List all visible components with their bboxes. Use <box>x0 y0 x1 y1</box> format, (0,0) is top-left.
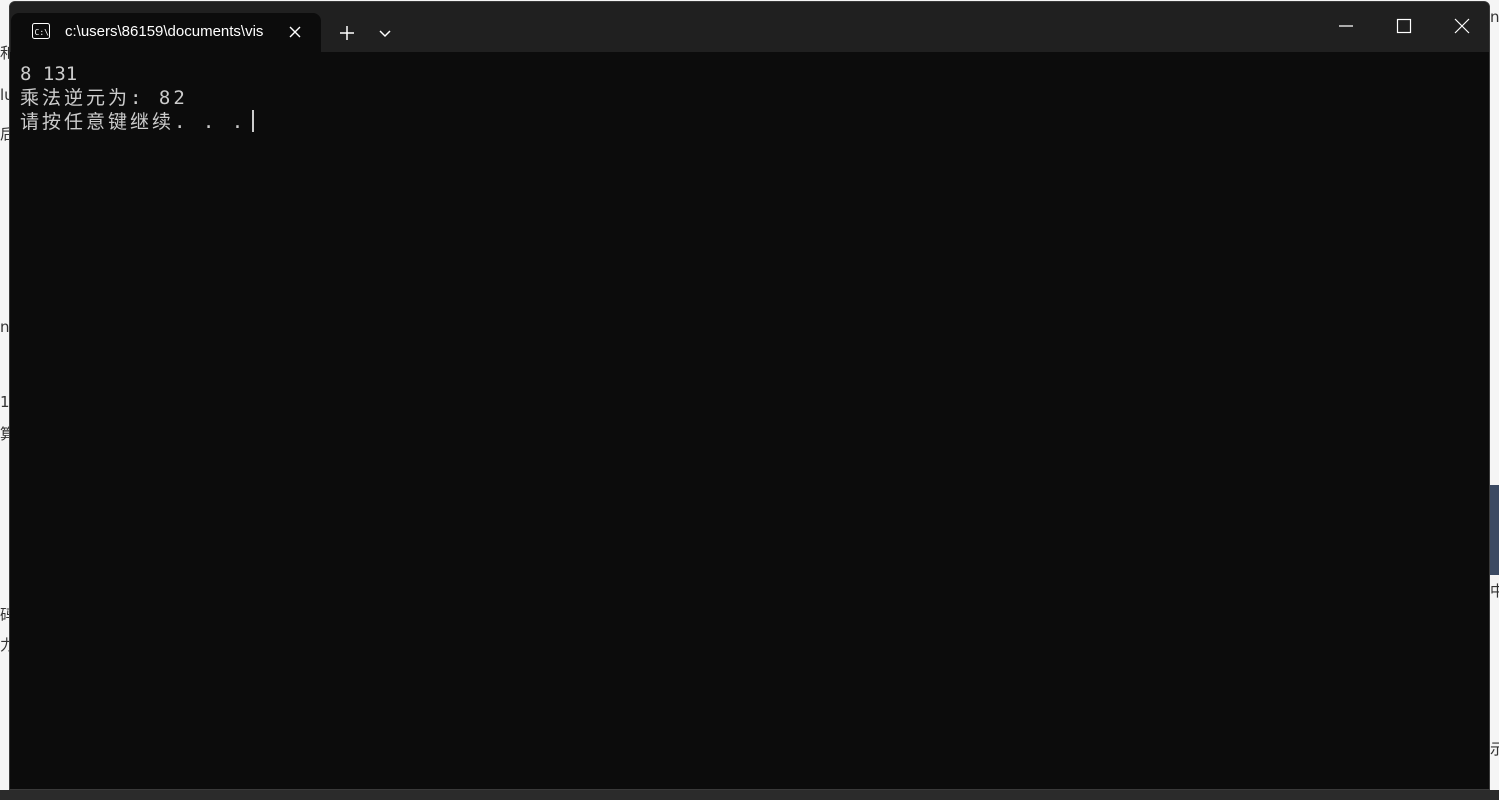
new-tab-button[interactable] <box>335 21 359 45</box>
maximize-button[interactable] <box>1375 2 1433 48</box>
tab-active[interactable]: C:\ c:\users\86159\documents\vis <box>11 13 321 52</box>
taskbar-edge <box>0 790 1499 800</box>
text-cursor <box>252 110 255 132</box>
console-prompt-line: 请按任意键继续. . . <box>20 110 1470 134</box>
close-tab-icon[interactable] <box>285 22 305 42</box>
chevron-down-icon <box>379 30 391 38</box>
console-output[interactable]: 8 131 乘法逆元为: 82 请按任意键继续. . . <box>20 62 1470 782</box>
console-line: 乘法逆元为: 82 <box>20 87 188 109</box>
tab-title: c:\users\86159\documents\vis <box>65 23 264 40</box>
plus-icon <box>340 26 354 40</box>
tab-dropdown-button[interactable] <box>373 21 397 45</box>
cmd-icon: C:\ <box>32 23 50 39</box>
svg-text:C:\: C:\ <box>35 28 50 37</box>
background-window-text: n <box>1490 8 1499 26</box>
title-bar[interactable]: C:\ c:\users\86159\documents\vis <box>10 2 1489 52</box>
close-window-button[interactable] <box>1433 2 1489 48</box>
terminal-window: C:\ c:\users\86159\documents\vis 8 131 乘… <box>9 1 1490 790</box>
background-window-text: 中 <box>1490 582 1499 600</box>
close-icon <box>1454 18 1470 34</box>
console-line: 8 131 <box>20 63 78 85</box>
minimize-icon <box>1339 25 1353 27</box>
console-line: 请按任意键继续. . . <box>20 111 247 133</box>
maximize-icon <box>1396 18 1412 34</box>
background-panel <box>1490 485 1499 575</box>
background-window-text: 示 <box>1490 740 1499 758</box>
minimize-button[interactable] <box>1317 2 1375 48</box>
